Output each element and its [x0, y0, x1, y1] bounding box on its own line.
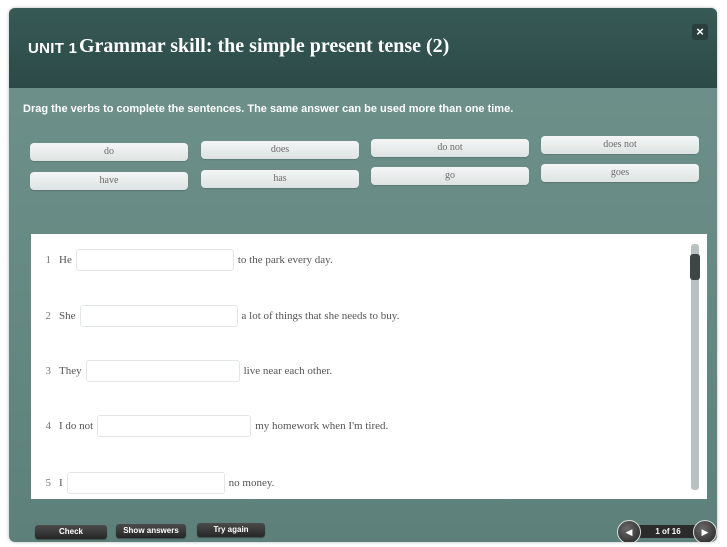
- close-button[interactable]: ×: [692, 24, 708, 40]
- check-button[interactable]: Check: [35, 525, 107, 539]
- header-bar: UNIT 1 Grammar skill: the simple present…: [9, 8, 717, 88]
- answer-drop-zone-3[interactable]: [85, 360, 240, 382]
- answer-drop-zone-5[interactable]: [66, 472, 225, 494]
- sentence-prefix: They: [59, 365, 82, 377]
- sentence-prefix: He: [59, 254, 72, 266]
- word-chip-has[interactable]: has: [201, 170, 359, 188]
- word-chip-does-not[interactable]: does not: [541, 136, 699, 154]
- sentence-row-1: 1 He to the park every day.: [31, 249, 333, 273]
- chevron-right-icon: ▶: [701, 527, 709, 537]
- sentence-row-2: 2 She a lot of things that she needs to bu…: [31, 305, 399, 329]
- sentence-row-3: 3 They live near each other.: [31, 360, 332, 384]
- word-chip-have[interactable]: have: [30, 172, 188, 190]
- scroll-thumb[interactable]: [690, 254, 700, 280]
- sentence-row-4: 4 I do not my homework when I'm tired.: [31, 415, 388, 439]
- page-title: Grammar skill: the simple present tense …: [79, 35, 450, 57]
- sentence-row-5: 5 Ino money.: [31, 472, 274, 496]
- show-answers-button[interactable]: Show answers: [116, 524, 186, 538]
- word-chip-do-not[interactable]: do not: [371, 139, 529, 157]
- answer-drop-zone-4[interactable]: [97, 415, 252, 437]
- word-chip-go[interactable]: go: [371, 167, 529, 185]
- sentence-panel: 1 He to the park every day. 2 She a lot of t…: [31, 234, 707, 499]
- word-chip-goes[interactable]: goes: [541, 164, 699, 182]
- next-page-button[interactable]: ▶: [693, 520, 717, 542]
- answer-drop-zone-1[interactable]: [75, 249, 234, 271]
- sentence-number: 1: [45, 254, 52, 266]
- sentence-number: 4: [45, 420, 52, 432]
- sentence-suffix: live near each other.: [243, 365, 333, 377]
- answer-drop-zone-2[interactable]: [79, 305, 238, 327]
- sentence-number: 5: [45, 477, 52, 489]
- scrollbar[interactable]: [690, 244, 700, 490]
- sentence-number: 3: [45, 365, 52, 377]
- sentence-suffix: my homework when I'm tired.: [255, 420, 389, 432]
- word-chip-do[interactable]: do: [30, 143, 188, 161]
- sentence-suffix: a lot of things that she needs to buy.: [241, 310, 400, 322]
- sentence-prefix: I do not: [59, 420, 94, 432]
- page-navigator: 1 of 16 ◀ ▶: [617, 520, 717, 542]
- activity-window: UNIT 1 Grammar skill: the simple present…: [9, 8, 717, 542]
- previous-page-button[interactable]: ◀: [617, 520, 641, 542]
- sentence-prefix: I: [59, 477, 63, 489]
- unit-label: UNIT 1: [28, 40, 78, 57]
- word-chip-does[interactable]: does: [201, 141, 359, 159]
- sentence-prefix: She: [59, 310, 76, 322]
- try-again-button[interactable]: Try again: [197, 523, 265, 537]
- instruction-text: Drag the verbs to complete the sentences…: [23, 103, 514, 115]
- sentence-suffix: no money.: [228, 477, 275, 489]
- sentence-number: 2: [45, 310, 52, 322]
- sentence-suffix: to the park every day.: [237, 254, 333, 266]
- chevron-left-icon: ◀: [625, 527, 633, 537]
- close-icon: ×: [696, 24, 704, 39]
